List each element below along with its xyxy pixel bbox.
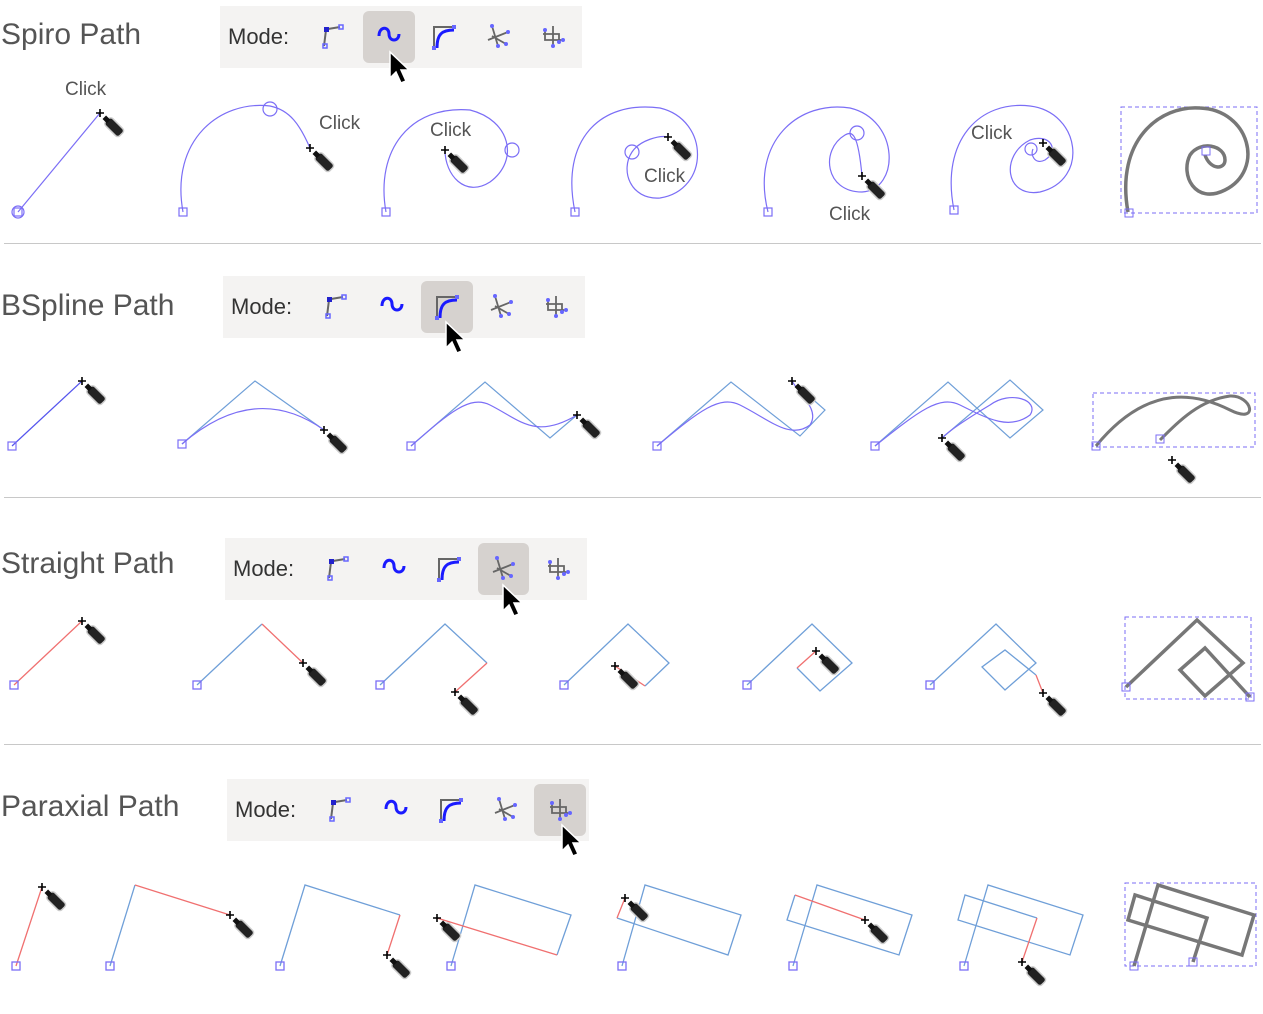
pen-cursor-icon	[432, 913, 463, 944]
pen-cursor-icon	[811, 646, 842, 677]
bspline-examples	[7, 379, 1044, 451]
pen-cursor-icon	[95, 108, 126, 139]
pen-cursor-icon	[1038, 688, 1069, 719]
pen-cursor-icon	[1038, 138, 1069, 169]
pen-cursor-icon	[1167, 455, 1198, 486]
pen-cursor-icon	[860, 915, 891, 946]
straight-examples	[9, 620, 1044, 694]
click-label: Click	[65, 79, 107, 100]
spiro-examples	[11, 101, 1074, 219]
paraxial-result	[1124, 882, 1257, 971]
click-label: Click	[971, 123, 1013, 144]
pen-cursor-icon	[857, 171, 888, 202]
arrow-cursors	[389, 51, 582, 857]
pen-cursor-icon	[77, 376, 108, 407]
pen-cursor-icon	[77, 616, 108, 647]
click-label: Click	[319, 113, 361, 134]
pen-cursor-icon	[610, 661, 641, 692]
straight-result	[1121, 616, 1255, 702]
pen-cursor-icon	[787, 376, 818, 407]
click-label: Click	[829, 204, 871, 225]
arrow-cursor-icon	[502, 584, 523, 617]
pen-cursor-icon	[382, 950, 413, 981]
click-label: Click	[644, 166, 686, 187]
spiro-result	[1120, 106, 1258, 218]
pen-cursor-icon	[37, 882, 68, 913]
click-label: Click	[430, 120, 472, 141]
pen-cursor-icon	[319, 425, 350, 456]
pen-cursors	[37, 108, 1198, 988]
arrow-cursor-icon	[561, 824, 582, 857]
pen-cursor-icon	[440, 145, 471, 176]
pen-cursor-icon	[450, 687, 481, 718]
pen-cursor-icon	[937, 433, 968, 464]
pen-cursor-icon	[298, 658, 329, 689]
pen-cursor-icon	[663, 132, 694, 163]
pen-cursor-icon	[1017, 957, 1048, 988]
arrow-cursor-icon	[445, 321, 466, 354]
paraxial-examples	[11, 884, 1084, 971]
illustration-canvas: Click Click Click Click Click Click	[7, 51, 1258, 988]
arrow-cursor-icon	[389, 51, 410, 84]
pen-cursor-icon	[572, 410, 603, 441]
pen-cursor-icon	[305, 143, 336, 174]
pen-cursor-icon	[225, 910, 256, 941]
bspline-result	[1091, 392, 1256, 451]
